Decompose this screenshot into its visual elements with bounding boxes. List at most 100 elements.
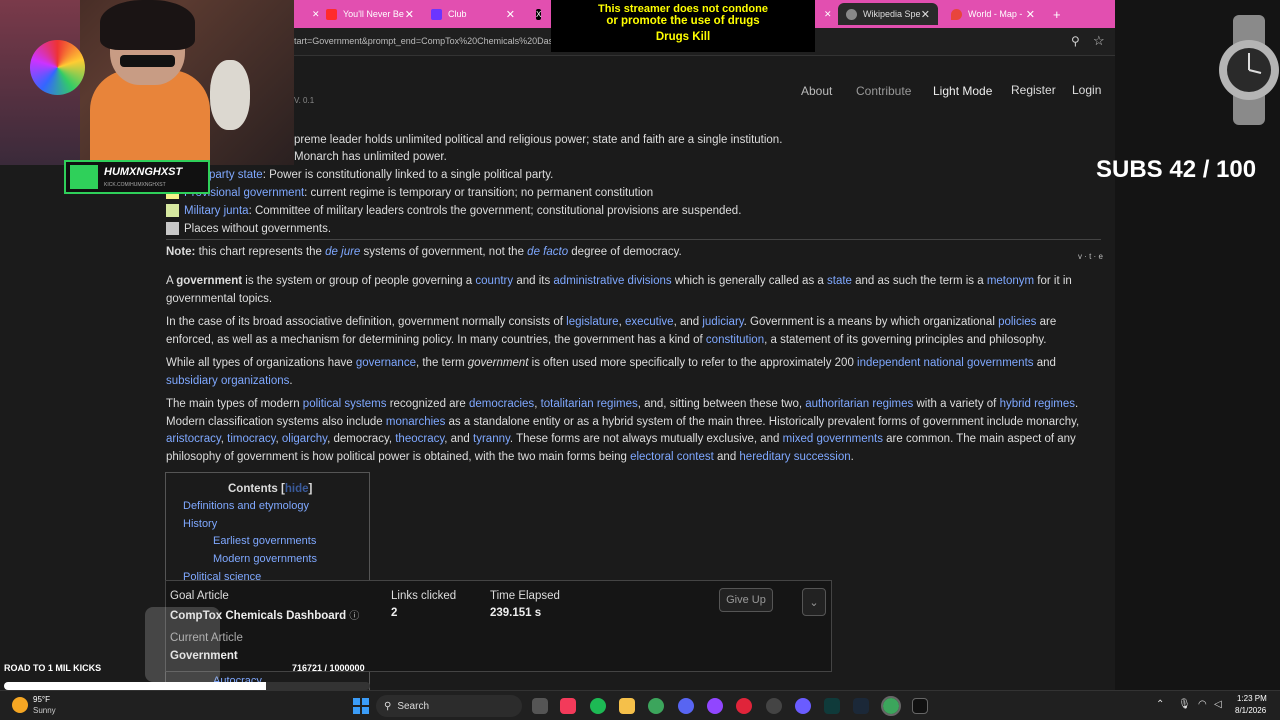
legend-link-military-junta[interactable]: Military junta: [184, 205, 249, 217]
link-independent-national-governments[interactable]: independent national governments: [857, 357, 1033, 369]
tab-wikipedia[interactable]: Wikipedia Spe ✕: [838, 3, 938, 25]
task-view-icon[interactable]: [532, 698, 548, 714]
give-up-button[interactable]: Give Up: [719, 588, 773, 612]
link-hybrid-regimes[interactable]: hybrid regimes: [1000, 398, 1075, 410]
tab-youtube[interactable]: You'll Never Be ✕: [318, 3, 422, 25]
clock-time[interactable]: 1:23 PM: [1237, 694, 1267, 703]
nav-contribute[interactable]: Contribute: [856, 84, 911, 98]
bookmark-star-icon[interactable]: ☆: [1093, 33, 1105, 49]
close-icon[interactable]: ✕: [506, 8, 515, 21]
link-governance[interactable]: governance: [356, 357, 416, 369]
link-hereditary-succession[interactable]: hereditary succession: [739, 451, 850, 463]
link-country[interactable]: country: [475, 275, 513, 287]
link-metonym[interactable]: metonym: [987, 275, 1034, 287]
nav-login[interactable]: Login: [1072, 83, 1101, 97]
legend-text: : Power is constitutionally linked to a …: [262, 169, 554, 181]
microphone-icon: [210, 60, 250, 130]
link-administrative-divisions[interactable]: administrative divisions: [553, 275, 671, 287]
streamlabs-icon[interactable]: [912, 698, 928, 714]
windows-start-icon[interactable]: [353, 698, 369, 714]
clock-date[interactable]: 8/1/2026: [1235, 706, 1266, 715]
chrome-icon[interactable]: [648, 698, 664, 714]
link-timocracy[interactable]: timocracy: [227, 433, 275, 445]
link-legislature[interactable]: legislature: [566, 316, 618, 328]
link-totalitarian-regimes[interactable]: totalitarian regimes: [541, 398, 638, 410]
tray-chevron-icon[interactable]: ⌃: [1156, 699, 1164, 710]
steam-icon[interactable]: [853, 698, 869, 714]
taskbar-search[interactable]: ⚲ Search: [376, 695, 522, 717]
music-app-icon[interactable]: [560, 698, 576, 714]
nav-about[interactable]: About: [801, 84, 832, 98]
streamer-nametag: HUMXNGHXST KICK.COM/HUMXNGHXST: [64, 160, 210, 194]
volume-icon[interactable]: ◁: [1214, 699, 1222, 710]
link-policies[interactable]: policies: [998, 316, 1036, 328]
twitch-icon[interactable]: [707, 698, 723, 714]
chrome-active-icon[interactable]: [881, 696, 901, 716]
tab-club[interactable]: Club ✕: [423, 3, 523, 25]
zoom-icon[interactable]: ⚲: [1071, 34, 1080, 48]
link-monarchies[interactable]: monarchies: [386, 416, 445, 428]
time-elapsed-value: 239.151 s: [490, 607, 542, 619]
close-icon[interactable]: ✕: [405, 8, 414, 21]
spotify-icon[interactable]: [590, 698, 606, 714]
link-state[interactable]: state: [827, 275, 852, 287]
toc-item[interactable]: Earliest governments: [213, 535, 316, 547]
new-tab-button[interactable]: +: [1045, 3, 1065, 25]
text: which is generally called as a: [671, 275, 827, 287]
legend-swatch: [166, 204, 179, 217]
toc-item[interactable]: Modern governments: [213, 553, 317, 565]
terminal-icon[interactable]: [824, 698, 840, 714]
note-label: Note:: [166, 246, 196, 258]
obs-icon[interactable]: [766, 698, 782, 714]
kicks-progress-fill: [4, 682, 267, 690]
link-electoral-contest[interactable]: electoral contest: [630, 451, 714, 463]
opera-icon[interactable]: [736, 698, 752, 714]
link-constitution[interactable]: constitution: [706, 334, 764, 346]
legend-row: Places without governments.: [166, 222, 331, 235]
game-status-panel: Goal Article CompTox Chemicals Dashboard…: [165, 580, 832, 672]
goal-article-label: Goal Article: [170, 590, 229, 602]
divider: [166, 239, 1101, 240]
toc-item[interactable]: History: [183, 518, 217, 530]
toc-hide-link[interactable]: hide: [285, 483, 309, 495]
tab-x[interactable]: X: [528, 3, 548, 25]
chart-note: Note: this chart represents the de jure …: [166, 244, 1101, 262]
microphone-tray-icon[interactable]: 🎙: [1178, 699, 1191, 710]
link-tyranny[interactable]: tyranny: [473, 433, 510, 445]
link-democracies[interactable]: democracies: [469, 398, 534, 410]
link-executive[interactable]: executive: [625, 316, 674, 328]
link-mixed-governments[interactable]: mixed governments: [783, 433, 883, 445]
link-theocracy[interactable]: theocracy: [395, 433, 444, 445]
wifi-icon[interactable]: ◠: [1198, 699, 1207, 710]
link-aristocracy[interactable]: aristocracy: [166, 433, 221, 445]
close-icon[interactable]: ✕: [1026, 8, 1035, 21]
link-political-systems[interactable]: political systems: [303, 398, 387, 410]
info-icon[interactable]: ⓘ: [349, 611, 359, 622]
tab-world-map[interactable]: World - Map - ✕: [943, 3, 1043, 25]
link-authoritarian-regimes[interactable]: authoritarian regimes: [805, 398, 913, 410]
link-judiciary[interactable]: judiciary: [702, 316, 743, 328]
legend-link-one-party[interactable]: party state: [209, 169, 263, 181]
tab-close-icon[interactable]: ✕: [816, 3, 832, 25]
vte-links[interactable]: v · t · e: [1078, 252, 1103, 261]
app-icon[interactable]: [795, 698, 811, 714]
legend-row: preme leader holds unlimited political a…: [294, 134, 782, 146]
close-icon[interactable]: ✕: [921, 8, 930, 21]
legend-text: Places without governments.: [184, 222, 332, 235]
toc-item[interactable]: Definitions and etymology: [183, 500, 309, 512]
weather-desc[interactable]: Sunny: [33, 706, 56, 715]
sun-icon[interactable]: [12, 697, 28, 713]
link-de-facto[interactable]: de facto: [527, 246, 568, 258]
link-subsidiary-organizations[interactable]: subsidiary organizations: [166, 375, 289, 387]
link-de-jure[interactable]: de jure: [325, 246, 360, 258]
link-oligarchy[interactable]: oligarchy: [282, 433, 327, 445]
windows-taskbar: 95°F Sunny ⚲ Search ⌃ 🎙 ◠ ◁ 1:23 PM 8/1/2…: [0, 690, 1280, 720]
chevron-down-icon[interactable]: ⌄: [802, 588, 826, 616]
discord-icon[interactable]: [678, 698, 694, 714]
nav-register[interactable]: Register: [1011, 83, 1056, 97]
weather-temp[interactable]: 95°F: [33, 695, 50, 704]
paragraph-types: The main types of modern political syste…: [166, 396, 1101, 466]
file-explorer-icon[interactable]: [619, 698, 635, 714]
kick-logo-icon: [70, 165, 98, 189]
nav-light-mode[interactable]: Light Mode: [933, 84, 992, 98]
